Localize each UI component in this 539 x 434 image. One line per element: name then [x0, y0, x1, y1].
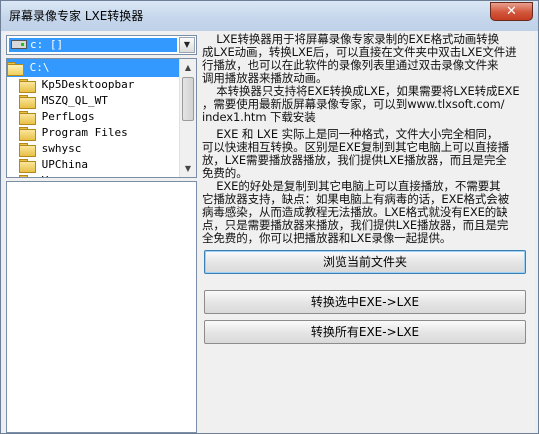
- drive-label: c: []: [30, 38, 64, 51]
- dir-item-label: Program Files: [41, 126, 128, 139]
- scroll-up-icon[interactable]: ▲: [180, 59, 196, 76]
- convert-all-button[interactable]: 转换所有EXE->LXE: [204, 320, 526, 344]
- dir-item-label: Kp5Desktoopbar: [41, 78, 135, 91]
- convert-selected-button[interactable]: 转换选中EXE->LXE: [204, 290, 526, 314]
- folder-icon: [19, 79, 36, 93]
- title-bar[interactable]: 屏幕录像专家 LXE转换器 ✕: [1, 1, 538, 31]
- drive-select[interactable]: c: [] ▼: [6, 35, 197, 55]
- directory-list[interactable]: C:\ Kp5Desktoopbar MSZQ_QL_WT PerfLogs P…: [6, 58, 197, 178]
- folder-icon: [19, 95, 36, 109]
- directory-scrollbar[interactable]: ▲ ▼: [179, 59, 196, 177]
- folder-icon: [19, 143, 36, 157]
- file-list[interactable]: [6, 181, 197, 433]
- dir-item[interactable]: V: [7, 172, 180, 177]
- drive-select-value: c: []: [9, 38, 177, 52]
- browse-folder-button[interactable]: 浏览当前文件夹: [204, 250, 526, 274]
- client-area: c: [] ▼ C:\ Kp5Desktoopbar MSZQ_QL_WT Pe…: [4, 31, 535, 433]
- dir-item-label: MSZQ_QL_WT: [41, 94, 108, 107]
- folder-icon: [19, 159, 36, 173]
- dir-item-label: swhysc: [41, 142, 82, 155]
- folder-icon: [19, 111, 36, 125]
- scroll-thumb[interactable]: [182, 77, 194, 121]
- dir-item-label: C:\: [29, 61, 50, 74]
- window-title: 屏幕录像专家 LXE转换器: [9, 9, 144, 23]
- info-paragraph-4: EXE的好处是复制到其它电脑上可以直接播放，不需要其 它播放器支持，缺点：如果电…: [202, 179, 510, 245]
- drive-icon: [11, 40, 27, 49]
- info-paragraph-2: 本转换器只支持将EXE转换成LXE，如果需要将LXE转成EXE ，需要使用最新版…: [202, 84, 520, 124]
- info-paragraph-1: LXE转换器用于将屏幕录像专家录制的EXE格式动画转换 成LXE动画，转换LXE…: [202, 32, 517, 85]
- folder-icon: [19, 175, 35, 177]
- dir-item-label: V: [42, 174, 49, 177]
- scroll-down-icon[interactable]: ▼: [180, 160, 196, 177]
- dir-item-label: UPChina: [41, 158, 88, 171]
- app-window: 屏幕录像专家 LXE转换器 ✕ c: [] ▼ C:\ Kp5Desktoopb…: [0, 0, 539, 434]
- dir-item-label: PerfLogs: [41, 110, 95, 123]
- info-paragraph-3: EXE 和 LXE 实际上是同一种格式，文件大小完全相同， 可以快速相互转换。区…: [202, 127, 510, 180]
- folder-open-icon: [7, 62, 24, 76]
- chevron-down-icon[interactable]: ▼: [179, 37, 195, 53]
- dir-item-root[interactable]: C:\: [7, 59, 180, 77]
- folder-icon: [19, 127, 36, 141]
- close-button[interactable]: ✕: [490, 2, 533, 21]
